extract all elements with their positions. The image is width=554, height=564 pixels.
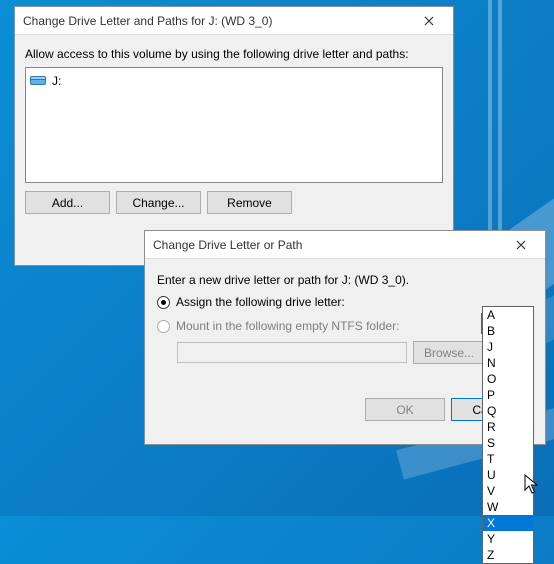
drive-letter-dropdown[interactable]: ABJNOPQRSTUVWXYZ <box>482 306 534 564</box>
dropdown-option[interactable]: B <box>483 323 533 339</box>
add-button[interactable]: Add... <box>25 191 110 214</box>
dropdown-option[interactable]: A <box>483 307 533 323</box>
radio-assign[interactable] <box>157 296 170 309</box>
radio-mount-label: Mount in the following empty NTFS folder… <box>176 319 399 333</box>
ok-button[interactable]: OK <box>365 398 445 421</box>
dropdown-option[interactable]: N <box>483 355 533 371</box>
dropdown-option[interactable]: T <box>483 451 533 467</box>
dialog-title: Change Drive Letter or Path <box>153 238 302 252</box>
list-item[interactable]: J: <box>30 72 438 90</box>
radio-assign-label: Assign the following drive letter: <box>176 295 345 309</box>
instruction-text: Allow access to this volume by using the… <box>25 47 443 61</box>
browse-button: Browse... <box>413 341 485 364</box>
change-paths-dialog: Change Drive Letter and Paths for J: (WD… <box>14 6 454 266</box>
dropdown-option[interactable]: Z <box>483 547 533 563</box>
drive-item-label: J: <box>52 74 61 88</box>
dropdown-option[interactable]: W <box>483 499 533 515</box>
titlebar[interactable]: Change Drive Letter and Paths for J: (WD… <box>15 7 453 35</box>
dropdown-option[interactable]: O <box>483 371 533 387</box>
close-button[interactable] <box>501 233 541 257</box>
instruction-text: Enter a new drive letter or path for J: … <box>157 273 533 287</box>
dropdown-option[interactable]: Q <box>483 403 533 419</box>
dropdown-option[interactable]: S <box>483 435 533 451</box>
dropdown-option[interactable]: P <box>483 387 533 403</box>
dropdown-option[interactable]: V <box>483 483 533 499</box>
mount-path-field <box>177 342 407 363</box>
radio-mount-row[interactable]: Mount in the following empty NTFS folder… <box>157 317 533 335</box>
dropdown-option[interactable]: Y <box>483 531 533 547</box>
remove-button[interactable]: Remove <box>207 191 292 214</box>
dialog-title: Change Drive Letter and Paths for J: (WD… <box>23 14 272 28</box>
drive-icon <box>30 76 46 87</box>
dropdown-option[interactable]: J <box>483 339 533 355</box>
radio-mount[interactable] <box>157 320 170 333</box>
titlebar[interactable]: Change Drive Letter or Path <box>145 231 545 259</box>
radio-assign-row[interactable]: Assign the following drive letter: <box>157 293 533 311</box>
dropdown-option[interactable]: R <box>483 419 533 435</box>
change-button[interactable]: Change... <box>116 191 201 214</box>
paths-listbox[interactable]: J: <box>25 67 443 183</box>
dropdown-option[interactable]: X <box>483 515 533 531</box>
close-button[interactable] <box>409 9 449 33</box>
dropdown-option[interactable]: U <box>483 467 533 483</box>
